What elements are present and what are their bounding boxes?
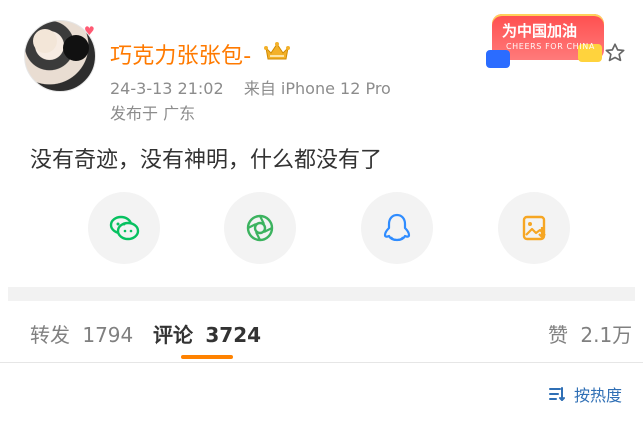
- tab-likes[interactable]: 赞 2.1万: [548, 319, 632, 348]
- qq-icon: [383, 213, 411, 242]
- promo-badge[interactable]: 为中国加油 CHEERS FOR CHINA: [486, 14, 604, 68]
- wechat-icon: [109, 215, 140, 241]
- save-image-button[interactable]: [498, 192, 570, 264]
- post-content: 没有奇迹，没有神明，什么都没有了: [30, 148, 383, 173]
- section-divider: [8, 287, 635, 301]
- post-location: 发布于 广东: [110, 104, 196, 123]
- share-qq-button[interactable]: [361, 192, 433, 264]
- heart-icon: ♥: [84, 24, 95, 38]
- active-tab-indicator: [181, 355, 233, 359]
- tab-likes-label: 赞: [548, 323, 568, 347]
- sort-icon: [549, 387, 565, 401]
- post-meta: 24-3-13 21:02 来自 iPhone 12 Pro: [110, 75, 391, 99]
- tabs-bottom-border: [0, 362, 643, 363]
- share-moments-button[interactable]: [224, 192, 296, 264]
- tab-likes-count: 2.1万: [580, 323, 633, 347]
- share-row: [0, 192, 643, 272]
- promo-flag-stripe: [486, 50, 510, 68]
- save-image-icon: [522, 215, 546, 241]
- tab-comments[interactable]: 评论 3724: [153, 319, 261, 348]
- post-source: 来自 iPhone 12 Pro: [243, 79, 391, 98]
- star-icon[interactable]: [604, 42, 626, 64]
- tab-repost-count: 1794: [82, 323, 134, 347]
- username[interactable]: 巧克力张张包-: [110, 38, 251, 70]
- tab-repost[interactable]: 转发 1794: [30, 319, 133, 348]
- post-header: ♥ 巧克力张张包- 24-3-13 21:02 来自 iPhone 12 Pro…: [0, 0, 643, 130]
- sort-button[interactable]: 按热度: [548, 382, 622, 406]
- sort-label: 按热度: [574, 386, 623, 405]
- moments-icon: [246, 214, 274, 242]
- tab-repost-label: 转发: [30, 323, 70, 347]
- share-wechat-button[interactable]: [88, 192, 160, 264]
- tab-comments-label: 评论: [153, 323, 193, 347]
- promo-title: 为中国加油: [502, 22, 578, 40]
- promo-subtitle: CHEERS FOR CHINA: [506, 42, 595, 51]
- post-timestamp: 24-3-13 21:02: [110, 79, 224, 98]
- post-tabs: 转发 1794 评论 3724 赞 2.1万: [0, 301, 643, 363]
- crown-icon: [264, 42, 290, 60]
- tab-comments-count: 3724: [205, 323, 262, 347]
